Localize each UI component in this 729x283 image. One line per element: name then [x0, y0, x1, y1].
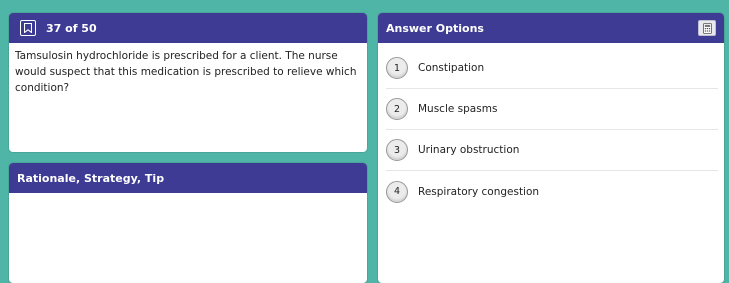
answer-panel: Answer Options 1 Constipation 2 Muscle s… [378, 13, 724, 283]
question-text: Tamsulosin hydrochloride is prescribed f… [15, 50, 357, 94]
top-strip [0, 0, 729, 6]
answer-options-list: 1 Constipation 2 Muscle spasms 3 Urinary… [378, 48, 724, 212]
calculator-icon[interactable] [698, 20, 716, 36]
option-number: 3 [386, 139, 408, 161]
question-header: 37 of 50 [9, 13, 367, 43]
rationale-panel: Rationale, Strategy, Tip [9, 163, 367, 283]
answer-option-4[interactable]: 4 Respiratory congestion [386, 171, 718, 212]
answer-option-2[interactable]: 2 Muscle spasms [386, 89, 718, 130]
answer-header: Answer Options [378, 13, 724, 43]
answer-option-1[interactable]: 1 Constipation [386, 48, 718, 89]
question-counter: 37 of 50 [46, 21, 97, 35]
bookmark-icon[interactable] [20, 20, 36, 36]
question-panel: 37 of 50 Tamsulosin hydrochloride is pre… [9, 13, 367, 152]
option-label: Respiratory congestion [418, 185, 540, 198]
answer-title: Answer Options [386, 21, 484, 35]
option-number: 1 [386, 57, 408, 79]
option-label: Constipation [418, 62, 485, 74]
option-label: Urinary obstruction [418, 144, 520, 156]
rationale-title: Rationale, Strategy, Tip [17, 171, 165, 185]
answer-option-3[interactable]: 3 Urinary obstruction [386, 130, 718, 171]
option-label: Muscle spasms [418, 103, 498, 115]
option-number: 4 [386, 180, 408, 203]
option-number: 2 [386, 98, 408, 120]
rationale-header[interactable]: Rationale, Strategy, Tip [9, 163, 367, 193]
